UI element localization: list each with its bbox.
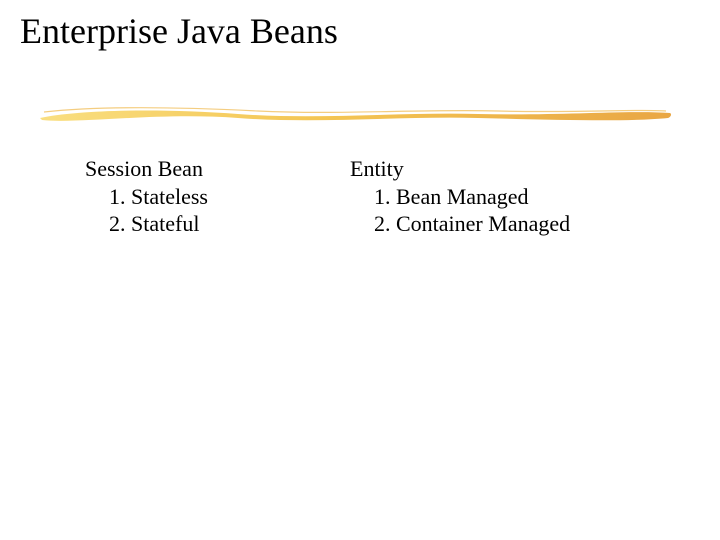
session-bean-block: Session Bean 1. Stateless 2. Stateful [85,155,335,238]
entity-item-1: 1. Bean Managed [350,183,670,211]
entity-block: Entity 1. Bean Managed 2. Container Mana… [350,155,670,238]
content-columns: Session Bean 1. Stateless 2. Stateful En… [0,155,720,238]
entity-heading: Entity [350,155,670,183]
session-bean-item-2: 2. Stateful [85,210,335,238]
entity-item-2: 2. Container Managed [350,210,670,238]
slide: Enterprise Java Beans Session Bean 1. St… [0,0,720,540]
session-bean-heading: Session Bean [85,155,335,183]
divider-stroke-icon [38,104,673,128]
slide-title: Enterprise Java Beans [20,10,338,52]
session-bean-item-1: 1. Stateless [85,183,335,211]
